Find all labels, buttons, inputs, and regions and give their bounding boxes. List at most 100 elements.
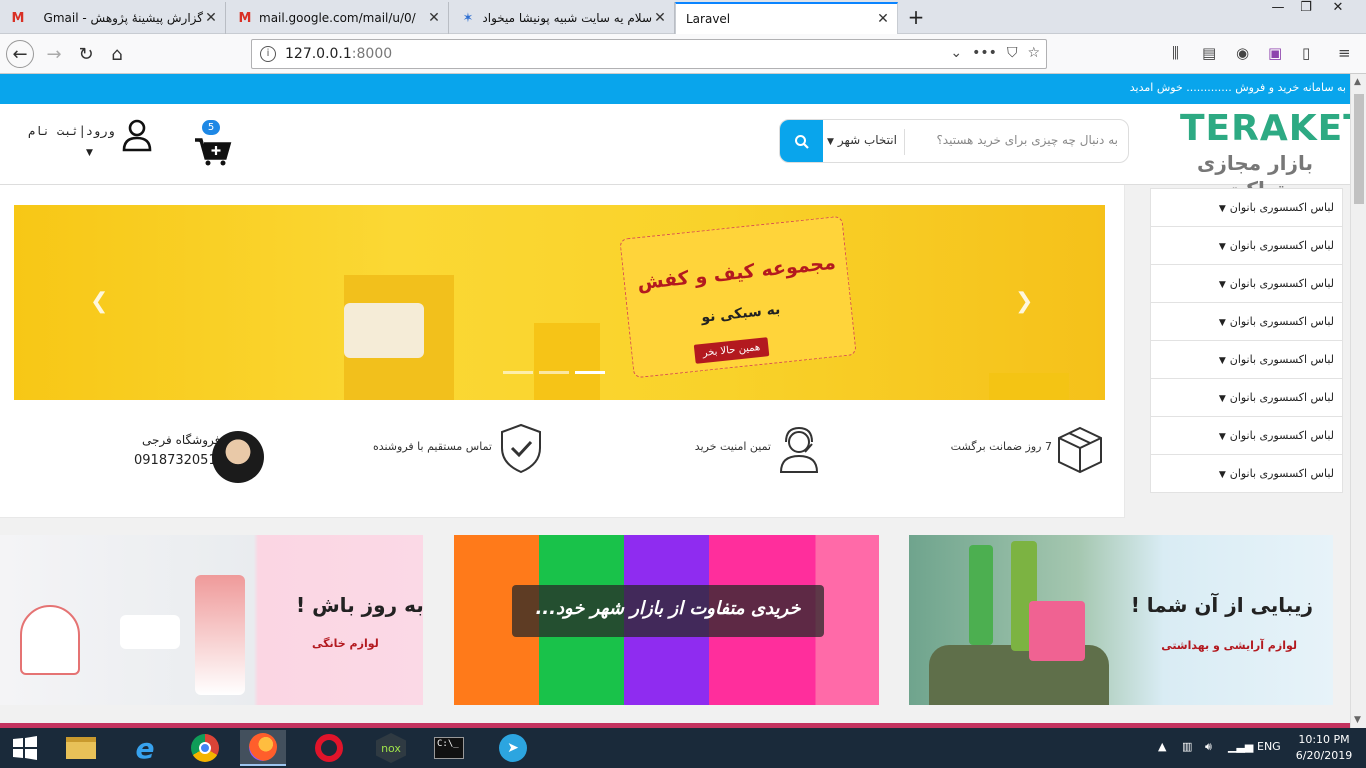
banner-decor [534,323,600,400]
close-tab-icon[interactable]: ✕ [203,10,219,26]
url-bar[interactable]: i 127.0.0.1:8000 ⌄ ••• ⛉ ☆ [251,39,1047,69]
category-item[interactable]: لباس اکسسوری بانوان▼ [1151,455,1342,493]
support-agent-icon [779,426,819,473]
feature-return-guarantee: 7 روز ضمانت برگشت [947,422,1107,482]
restore-button[interactable]: ❐ [1290,0,1322,20]
category-item[interactable]: لباس اکسسوری بانوان▼ [1151,227,1342,265]
forward-button[interactable]: → [40,40,68,68]
carousel-dot[interactable] [539,371,569,374]
carousel-prev-button[interactable]: ❮ [90,289,108,314]
extension-icon[interactable]: ▣ [1268,44,1282,62]
dropdown-icon[interactable]: ⌄ [950,45,962,61]
cart-button[interactable]: 5 [193,120,233,166]
folder-icon [66,737,96,759]
telegram-button[interactable]: ➤ [490,730,536,766]
url-text[interactable]: 127.0.0.1:8000 [285,46,392,62]
close-tab-icon[interactable]: ✕ [426,10,442,26]
banner-decor [989,373,1069,400]
telegram-icon: ➤ [499,734,527,762]
category-item[interactable]: لباس اکسسوری بانوان▼ [1151,417,1342,455]
forward-arrow-icon: → [46,43,62,65]
hero-carousel: ❮ ❯ مجموعه کیف و کفش به سبکی نو همین حال… [14,205,1105,400]
carousel-next-button[interactable]: ❯ [1015,289,1033,314]
caret-down-icon: ▼ [1218,356,1226,366]
gmail-icon: M [11,10,25,26]
category-item[interactable]: لباس اکسسوری بانوان▼ [1151,379,1342,417]
bookmark-star-icon[interactable]: ☆ [1027,45,1040,61]
browser-tab-active[interactable]: Laravel ✕ [675,2,898,34]
browser-tab[interactable]: M گزارش پیشینهٔ پژوهش - Gmail ✕ [0,2,226,34]
volume-icon[interactable]: 🔊︎ [1205,740,1212,754]
caret-down-icon: ▼ [827,137,834,147]
seller-avatar[interactable] [212,431,264,483]
browser-tab[interactable]: ✶ سلام یه سایت شبیه پونیشا میخواد ✕ [450,2,675,34]
library-icon[interactable]: ⫼ [1172,44,1179,62]
feature-direct-contact: تماس مستقیم با فروشنده [373,422,546,482]
windows-logo-icon [13,736,37,760]
category-item[interactable]: لباس اکسسوری بانوان▼ [1151,303,1342,341]
category-item[interactable]: لباس اکسسوری بانوان▼ [1151,265,1342,303]
mobile-icon[interactable]: ▯ [1302,44,1310,62]
shop-now-button[interactable]: همین حالا بخر [693,337,770,364]
back-arrow-icon: ← [12,43,28,65]
opera-button[interactable] [306,730,352,766]
category-item[interactable]: لباس اکسسوری بانوان▼ [1151,341,1342,379]
network-icon[interactable]: ▥ [1182,740,1192,753]
promo-cosmetics[interactable]: زیبایی از آن شما ! لوازم آرایشی و بهداشت… [909,535,1333,705]
search-input[interactable]: به دنبال چه چیزی برای خرید هستید؟ [936,133,1118,147]
signal-icon[interactable]: ▁▃▅ [1228,740,1253,753]
show-hidden-icons-icon[interactable]: ▲ [1158,740,1166,753]
close-tab-icon[interactable]: ✕ [875,11,891,27]
language-indicator[interactable]: ENG [1257,740,1281,753]
more-icon[interactable]: ••• [972,45,997,61]
close-window-button[interactable]: ✕ [1322,0,1354,20]
account-icon[interactable]: ◉ [1236,44,1249,62]
welcome-bar: به سامانه خرید و فروش ............. خوش … [0,74,1350,104]
terminal-icon: C:\_ [434,737,464,759]
caret-down-icon: ▼ [1218,318,1226,328]
chrome-button[interactable] [182,730,228,766]
caret-down-icon: ▼ [1218,204,1226,214]
menu-icon[interactable]: ≡ [1338,44,1351,62]
promo-home-appliances[interactable]: به روز باش ! لوازم خانگی [0,535,423,705]
sidebar-icon[interactable]: ▤ [1202,44,1216,62]
reload-button[interactable]: ↻ [72,40,100,68]
carousel-dot[interactable] [575,371,605,374]
nox-icon: nox [376,733,406,763]
reload-icon: ↻ [78,43,94,65]
home-button[interactable]: ⌂ [103,40,131,68]
terminal-button[interactable]: C:\_ [426,730,472,766]
search-icon [794,135,809,149]
system-clock[interactable]: 10:10 PM 6/20/2019 [1288,732,1360,764]
seller-name: فروشگاه فرجی [142,433,221,447]
windows-taskbar: e nox C:\_ ➤ ▲ ▥ 🔊︎ ▁▃▅ ENG 10:10 PM 6/2… [0,728,1366,768]
info-icon[interactable]: i [260,46,276,62]
login-register[interactable]: ورود|ثبت نام ▼ [28,119,156,166]
product-image [969,545,993,645]
category-item[interactable]: لباس اکسسوری بانوان▼ [1151,189,1342,227]
site-header: TERAKET بازار مجازی تراکت انتخاب شهر▼ به… [0,104,1350,201]
carousel-dot[interactable] [503,371,533,374]
search-button[interactable] [780,120,823,162]
pocket-icon[interactable]: ⛉ [1007,45,1018,61]
internet-explorer-button[interactable]: e [122,730,168,766]
caret-down-icon: ▼ [1218,280,1226,290]
file-explorer-button[interactable] [58,730,104,766]
browser-tab[interactable]: M mail.google.com/mail/u/0/ ✕ [227,2,449,34]
page-scrollbar[interactable]: ▲ ▼ [1350,74,1366,728]
browser-nav-bar: ← → ↻ ⌂ i 127.0.0.1:8000 ⌄ ••• ⛉ ☆ ⫼ ▤ ◉… [0,34,1366,74]
close-tab-icon[interactable]: ✕ [652,10,668,26]
site-logo[interactable]: TERAKET بازار مجازی تراکت [1180,108,1350,201]
caret-down-icon: ▼ [86,148,93,158]
new-tab-button[interactable]: + [904,6,928,30]
start-button[interactable] [2,730,48,766]
firefox-button[interactable] [240,730,286,766]
scroll-down-icon[interactable]: ▼ [1354,715,1361,725]
scroll-up-icon[interactable]: ▲ [1354,77,1361,87]
back-button[interactable]: ← [6,40,34,68]
user-icon [122,119,152,152]
nox-button[interactable]: nox [368,730,414,766]
scrollbar-thumb[interactable] [1354,94,1364,204]
promo-shopping[interactable]: خریدی متفاوت از بازار شهر خود... [454,535,879,705]
city-select[interactable]: انتخاب شهر▼ [827,133,897,147]
